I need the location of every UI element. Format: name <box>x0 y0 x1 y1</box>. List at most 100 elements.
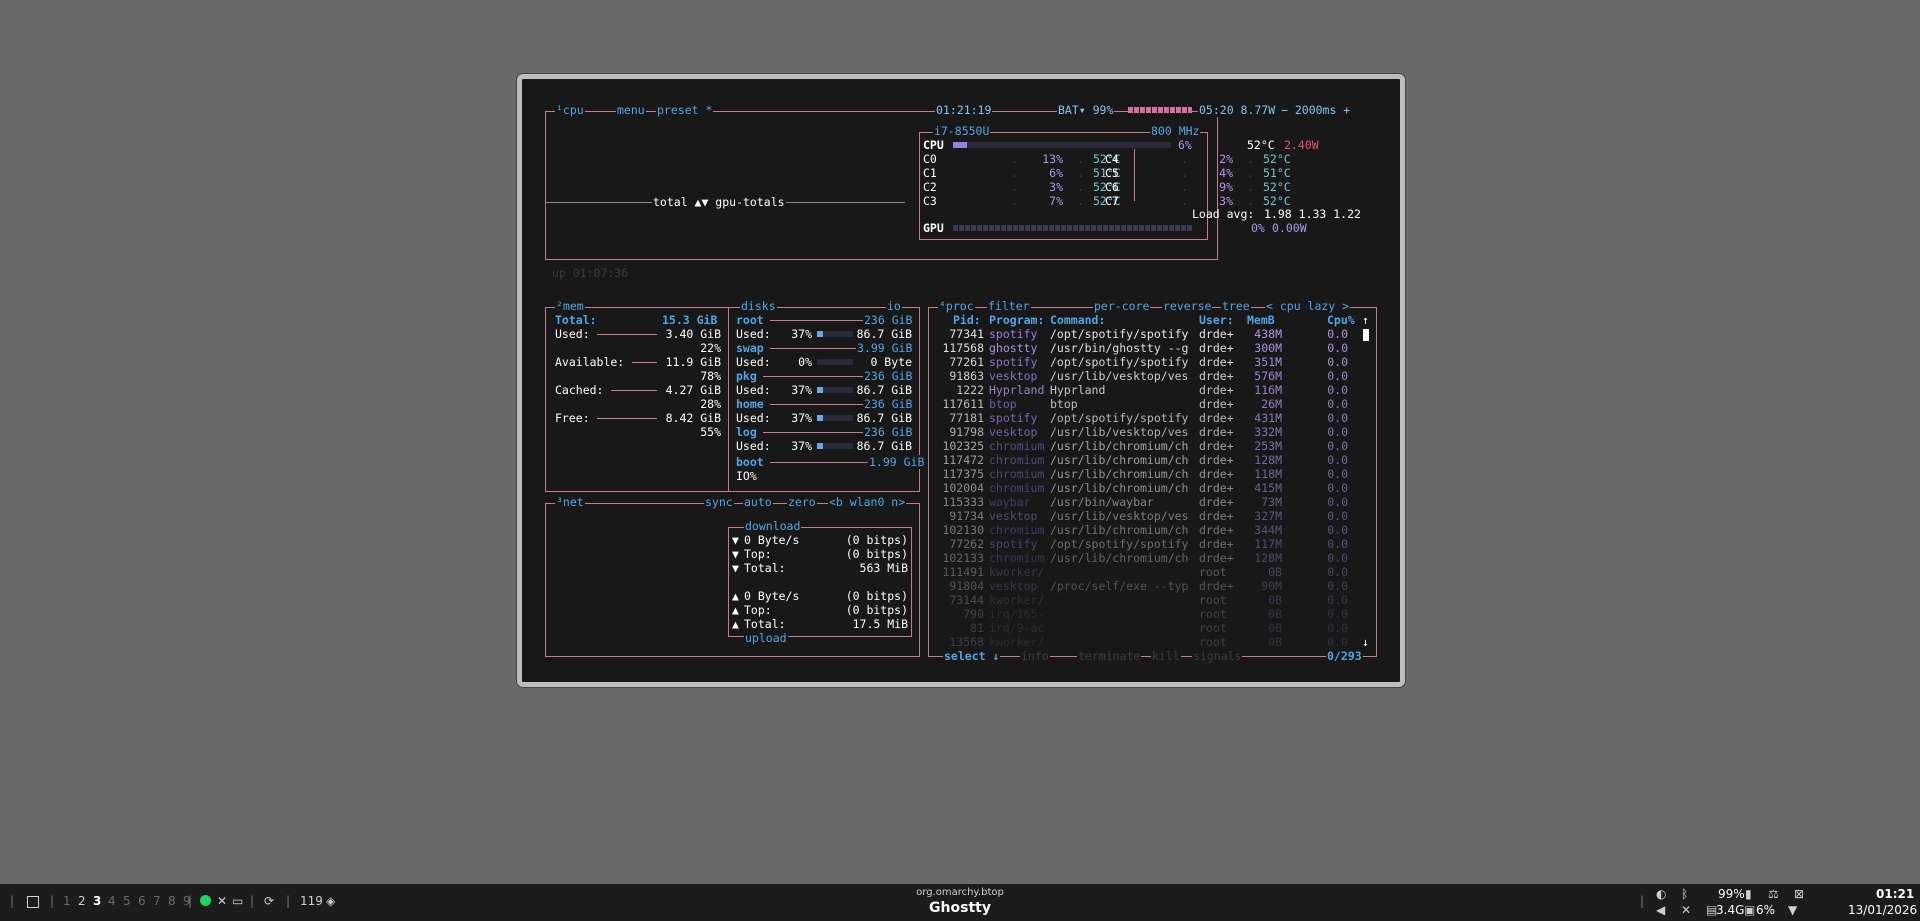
disk-used-bar-fill <box>817 331 823 337</box>
battery-percent[interactable]: 99% <box>1718 887 1745 901</box>
proc-row[interactable]: 91863 vesktop/usr/lib/vesktop/ves drde+ 576… <box>928 369 1358 383</box>
proc-signals-button[interactable]: signals <box>1192 649 1243 663</box>
io-tab[interactable]: io <box>886 299 902 313</box>
proc-mem: 128M <box>1254 551 1282 565</box>
proc-command: /usr/lib/chromium/ch <box>1050 467 1189 481</box>
launcher-icon[interactable] <box>27 896 39 908</box>
core-dots: . <box>1247 152 1261 166</box>
workspace-button[interactable]: 6 <box>138 894 146 908</box>
power-profile-icon[interactable]: ⚖ <box>1768 887 1779 901</box>
disk-used-bar-fill <box>817 443 823 449</box>
proc-scrollbar[interactable] <box>1363 329 1369 341</box>
sync-icon[interactable]: ⟳ <box>264 894 274 908</box>
proc-filter-tab[interactable]: filter <box>987 299 1031 313</box>
proc-row[interactable]: 1222 Hyprland Hyprland drde+ 116M 0.0 <box>928 383 1358 397</box>
proc-row[interactable]: 91804 vesktop/proc/self/exe --typ drde+ 90M… <box>928 579 1358 593</box>
net-auto-tab[interactable]: auto <box>743 495 773 509</box>
proc-row[interactable]: 102130 chromium/usr/lib/chromium/ch drde+ 3… <box>928 523 1358 537</box>
proc-header-pid[interactable]: Pid: <box>953 313 981 327</box>
memory-usage[interactable]: 3.4G <box>1716 903 1744 917</box>
proc-row[interactable]: 117611 btop btop drde+ 26M 0.0 <box>928 397 1358 411</box>
workspace-button[interactable]: 8 <box>168 894 176 908</box>
workspace-button[interactable]: 4 <box>108 894 116 908</box>
menu-tab[interactable]: menu <box>616 103 646 117</box>
proc-cpu: 0.0 <box>1327 411 1348 425</box>
proc-row[interactable]: 77181 spotify/opt/spotify/spotify drde+ 431… <box>928 411 1358 425</box>
proc-header-user[interactable]: User: <box>1199 313 1234 327</box>
net-tab[interactable]: ³net <box>555 495 585 509</box>
proc-row[interactable]: 77341 spotify/opt/spotify/spotify drde+ 438… <box>928 327 1358 341</box>
net-arrow: ▲ <box>732 589 739 603</box>
cpu-tab[interactable]: ¹cpu <box>555 103 585 117</box>
proc-header-mem[interactable]: MemB <box>1247 313 1275 327</box>
proc-row[interactable]: 13568 kworker/root 0B 0.0 <box>928 635 1358 649</box>
terminal-window[interactable]: ¹cpu menu preset * 01:21:19 BAT▾ 99% 05:… <box>517 74 1405 687</box>
proc-select-button[interactable]: select ↓ <box>943 649 1001 663</box>
proc-row[interactable]: 102004 chromium/usr/lib/chromium/ch drde+ 4… <box>928 481 1358 495</box>
proc-tree-tab[interactable]: tree <box>1221 299 1251 313</box>
proc-row[interactable]: 117472 chromium/usr/lib/chromium/ch drde+ 1… <box>928 453 1358 467</box>
net-sync-tab[interactable]: sync <box>704 495 734 509</box>
clock-date[interactable]: 13/01/2026 <box>1848 903 1917 917</box>
updates-count[interactable]: 119 <box>300 894 323 908</box>
proc-info-button[interactable]: info <box>1020 649 1050 663</box>
clock-time[interactable]: 01:21 <box>1876 887 1914 901</box>
proc-program: spotify <box>989 411 1038 425</box>
proc-kill-button[interactable]: kill <box>1151 649 1181 663</box>
volume-icon[interactable]: ◀ <box>1656 903 1665 917</box>
proc-row[interactable]: 77262 spotify/opt/spotify/spotify drde+ 117… <box>928 537 1358 551</box>
theme-icon[interactable]: ◐ <box>1656 887 1666 901</box>
proc-row[interactable]: 115333 waybar/usr/bin/waybar drde+ 73M 0.0 <box>928 495 1358 509</box>
mem-tab[interactable]: ²mem <box>555 299 585 313</box>
proc-table[interactable]: 77341 spotify/opt/spotify/spotify drde+ 438… <box>928 327 1358 649</box>
muted-app-icon[interactable]: ✕ <box>217 894 227 908</box>
scroll-up-icon[interactable]: ↑ <box>1362 313 1369 327</box>
proc-row[interactable]: 111491 kworker/root 0B 0.0 <box>928 565 1358 579</box>
workspace-button[interactable]: 5 <box>123 894 131 908</box>
proc-pid: 77261 <box>949 355 984 369</box>
proc-reverse-tab[interactable]: reverse <box>1162 299 1213 313</box>
proc-row[interactable]: 91734 vesktop/usr/lib/vesktop/ves drde+ 327… <box>928 509 1358 523</box>
package-icon[interactable]: ◈ <box>326 894 335 908</box>
net-zero-tab[interactable]: zero <box>787 495 817 509</box>
interval-control[interactable]: − 2000ms + <box>1280 103 1352 117</box>
proc-per-core-tab[interactable]: per-core <box>1093 299 1151 313</box>
proc-row[interactable]: 77261 spotify/opt/spotify/spotify drde+ 351… <box>928 355 1358 369</box>
disk-used-label: Used: <box>736 383 771 397</box>
proc-tab[interactable]: ⁴proc <box>938 299 975 313</box>
btop-terminal[interactable]: ¹cpu menu preset * 01:21:19 BAT▾ 99% 05:… <box>522 79 1400 682</box>
taskbar-separator: | <box>188 894 193 908</box>
proc-row[interactable]: 117568 ghostty/usr/bin/ghostty --g drde+ 30… <box>928 341 1358 355</box>
idle-inhibitor-icon[interactable]: ⊠ <box>1794 887 1804 901</box>
workspace-button[interactable]: 3 <box>93 894 101 908</box>
workspace-button[interactable]: 7 <box>153 894 161 908</box>
proc-terminate-button[interactable]: terminate <box>1077 649 1142 663</box>
proc-row[interactable]: 790 irq/165- root 0B 0.0 <box>928 607 1358 621</box>
proc-row[interactable]: 73144 kworker/root 0B 0.0 <box>928 593 1358 607</box>
wifi-icon[interactable]: ▼ <box>1788 903 1797 917</box>
proc-header-cpu[interactable]: Cpu% <box>1327 313 1355 327</box>
proc-cpu: 0.0 <box>1327 509 1348 523</box>
disk-used-pct: 37% <box>791 439 812 453</box>
net-value: 563 MiB <box>859 561 908 575</box>
cpu-usage[interactable]: 6% <box>1756 903 1775 917</box>
bluetooth-icon[interactable]: ᛒ <box>1681 887 1688 901</box>
preset-tab[interactable]: preset * <box>656 103 714 117</box>
proc-row[interactable]: 117375 chromium/usr/lib/chromium/ch drde+ 1… <box>928 467 1358 481</box>
mic-muted-icon[interactable]: ✕ <box>1681 903 1691 917</box>
proc-row[interactable]: 102325 chromium/usr/lib/chromium/ch drde+ 2… <box>928 439 1358 453</box>
proc-row[interactable]: 102133 chromium/usr/lib/chromium/ch drde+ 1… <box>928 551 1358 565</box>
proc-sort-tab[interactable]: < cpu lazy > <box>1265 299 1351 313</box>
proc-row[interactable]: 81 irq/9-ac root 0B 0.0 <box>928 621 1358 635</box>
net-interface-tab[interactable]: <b wlan0 n> <box>828 495 907 509</box>
proc-header-command[interactable]: Command: <box>1050 313 1105 327</box>
proc-header-program[interactable]: Program: <box>989 313 1044 327</box>
tray-app-icon[interactable]: ▭ <box>232 894 243 908</box>
workspace-button[interactable]: 2 <box>78 894 86 908</box>
disk-size: 236 GiB <box>863 369 914 383</box>
proc-row[interactable]: 91798 vesktop/usr/lib/vesktop/ves drde+ 332… <box>928 425 1358 439</box>
workspace-button[interactable]: 1 <box>63 894 71 908</box>
spotify-icon[interactable] <box>200 895 211 906</box>
scroll-down-icon[interactable]: ↓ <box>1362 635 1369 649</box>
disks-tab[interactable]: disks <box>740 299 777 313</box>
